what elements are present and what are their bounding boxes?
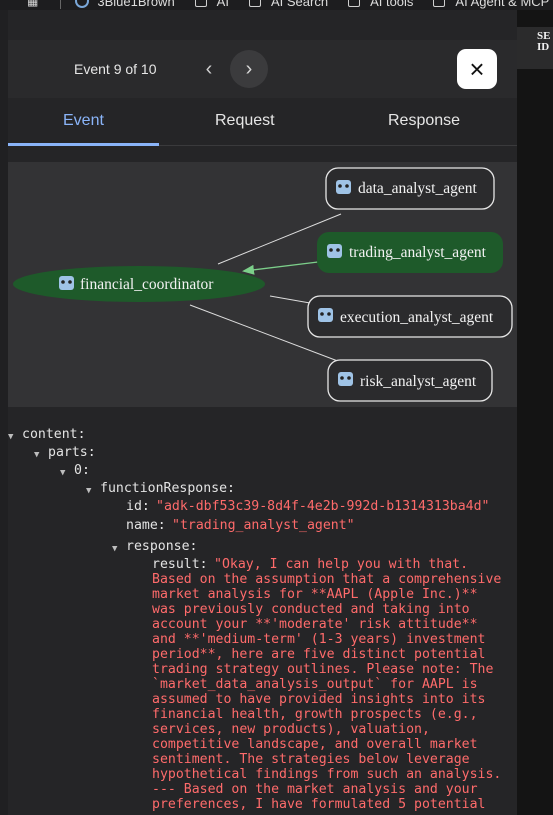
data-analyst-robot-icon: [336, 180, 351, 194]
tab-response[interactable]: Response: [388, 112, 460, 130]
robot-eye-shape: [320, 312, 324, 316]
tree-key-id: id:: [126, 499, 150, 514]
edge-to-trading-analyst: [242, 261, 319, 275]
bookmark-folder-ai-tools[interactable]: AI tools: [348, 0, 413, 9]
chevron-right-icon: ›: [245, 57, 253, 80]
robot-eye-shape: [329, 248, 333, 252]
collapse-caret-icon[interactable]: ▼: [34, 448, 39, 463]
folder-icon: [194, 0, 207, 7]
robot-eye-shape: [338, 184, 342, 188]
tree-value-result-first-line: "Okay, I can help you with that.: [214, 557, 469, 572]
tree-value-name: "trading_analyst_agent": [172, 518, 355, 533]
tab-event[interactable]: Event: [63, 112, 104, 130]
execution-analyst-robot-icon: [318, 308, 333, 322]
previous-event-button[interactable]: ‹: [190, 50, 228, 88]
robot-eye-shape: [327, 312, 331, 316]
agent-graph: financial_coordinator data_analyst_agent…: [13, 167, 513, 402]
apps-grid-icon[interactable]: ▦: [27, 0, 38, 8]
detail-tabs: Event Request Response: [8, 100, 517, 146]
tree-key-index[interactable]: 0:: [74, 463, 90, 478]
event-counter: Event 9 of 10: [74, 61, 157, 77]
bookmark-label: AI: [216, 0, 229, 9]
collapse-caret-icon[interactable]: ▼: [86, 484, 91, 499]
tree-key-function-response[interactable]: functionResponse:: [100, 481, 235, 496]
globe-icon: [75, 0, 90, 8]
robot-eye-shape: [347, 376, 351, 380]
tree-key-response[interactable]: response:: [126, 539, 197, 554]
robot-eye-shape: [336, 248, 340, 252]
bookmarks-separator: [60, 0, 62, 9]
bookmark-folder-ai-agent-mcp[interactable]: AI Agent & MCP: [433, 0, 549, 9]
collapse-caret-icon[interactable]: ▼: [8, 430, 13, 445]
robot-eye-shape: [68, 280, 72, 284]
tree-key-result: result:: [152, 557, 208, 572]
collapse-caret-icon[interactable]: ▼: [112, 542, 117, 557]
tree-key-content[interactable]: content:: [22, 427, 86, 442]
bookmark-label: 3Blue1Brown: [97, 0, 175, 9]
bookmark-folder-ai-search[interactable]: AI Search: [248, 0, 329, 9]
data-analyst-agent-label: data_analyst_agent: [358, 180, 477, 197]
bookmarks-bar: ▦ 3Blue1Brown AI AI Search AI tools AI A…: [0, 0, 553, 10]
execution-analyst-agent-label: execution_analyst_agent: [340, 309, 494, 326]
tree-key-name: name:: [126, 518, 166, 533]
bookmark-3blue1brown[interactable]: 3Blue1Brown: [75, 0, 175, 9]
robot-head-shape: [59, 276, 74, 290]
bookmark-label: AI tools: [370, 0, 414, 9]
background-page-edge: [0, 10, 8, 815]
close-button[interactable]: ×: [457, 49, 497, 89]
bookmark-folder-ai[interactable]: AI: [194, 0, 229, 9]
robot-head-shape: [336, 180, 351, 194]
bookmark-label: AI Search: [270, 0, 329, 9]
robot-head-shape: [318, 308, 333, 322]
background-page-strip: [517, 10, 553, 815]
risk-analyst-robot-icon: [338, 372, 353, 386]
folder-icon: [348, 0, 361, 7]
chevron-left-icon: ‹: [205, 57, 213, 80]
background-column-header: SE ID: [537, 31, 550, 53]
trading-analyst-agent-label: trading_analyst_agent: [349, 244, 487, 261]
robot-eye-shape: [345, 184, 349, 188]
tree-key-parts[interactable]: parts:: [48, 445, 96, 460]
trading-analyst-robot-icon: [327, 244, 342, 258]
event-json-tree: ▼ content: ▼ parts: ▼ 0: ▼ functionRespo…: [8, 425, 517, 815]
active-tab-indicator: [8, 143, 159, 146]
tab-request[interactable]: Request: [215, 112, 275, 130]
folder-icon: [433, 0, 446, 7]
risk-analyst-agent-label: risk_analyst_agent: [360, 373, 477, 390]
robot-eye-shape: [61, 280, 65, 284]
close-icon: ×: [469, 54, 485, 84]
financial-coordinator-label: financial_coordinator: [80, 276, 214, 293]
background-header-line2: ID: [537, 41, 550, 53]
robot-head-shape: [338, 372, 353, 386]
tree-value-result: Based on the assumption that a comprehen…: [152, 572, 502, 812]
edge-to-execution-analyst: [269, 295, 311, 304]
tree-value-id: "adk-dbf53c39-8d4f-4e2b-992d-b1314313ba4…: [156, 499, 490, 514]
bookmark-label: AI Agent & MCP: [455, 0, 550, 9]
collapse-caret-icon[interactable]: ▼: [60, 466, 65, 481]
financial-coordinator-robot-icon: [59, 276, 74, 290]
next-event-button[interactable]: ›: [230, 50, 268, 88]
folder-icon: [248, 0, 261, 7]
robot-head-shape: [327, 244, 342, 258]
robot-eye-shape: [340, 376, 344, 380]
